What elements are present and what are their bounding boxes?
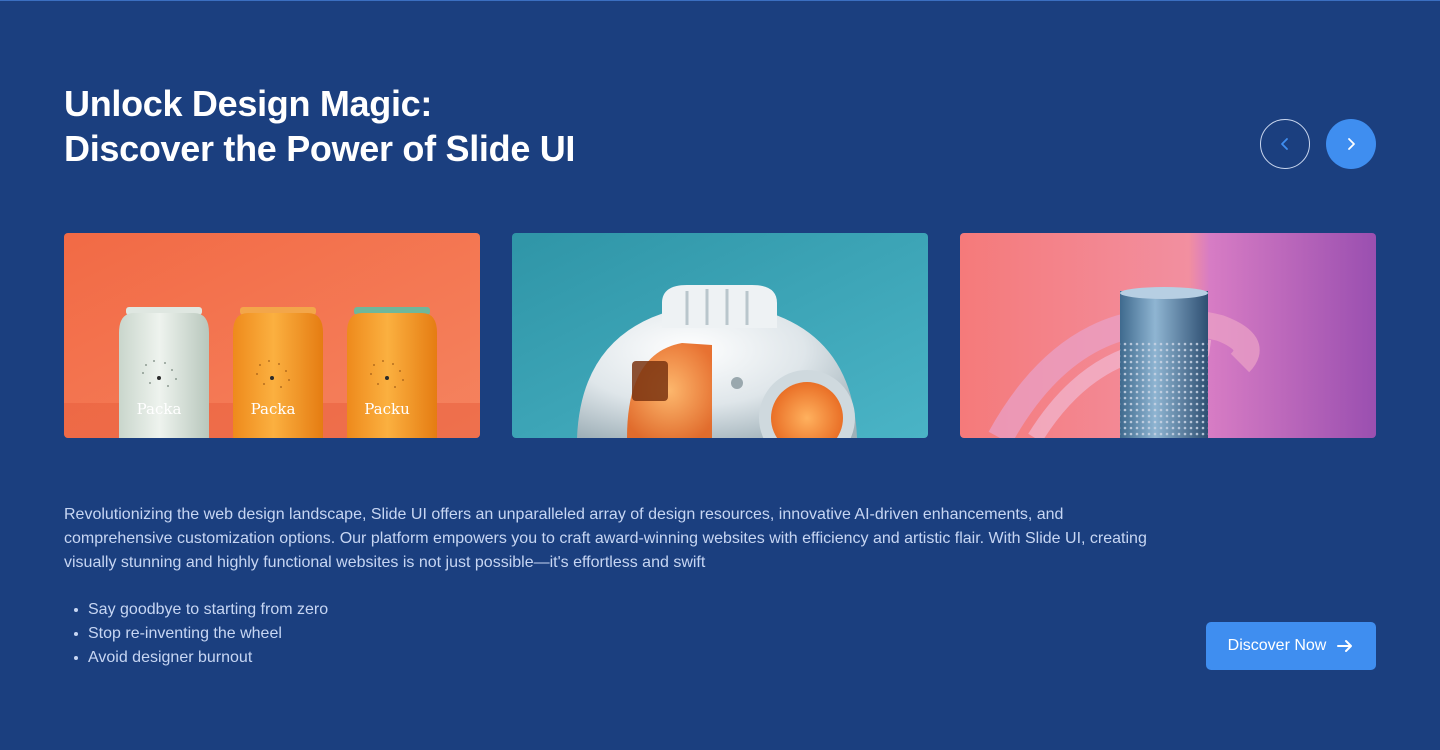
feature-list: Say goodbye to starting from zero Stop r… <box>64 598 328 670</box>
carousel-slide-2[interactable] <box>512 233 928 438</box>
bottle-label-2: Packa <box>251 400 296 418</box>
bullet-icon <box>74 656 78 660</box>
list-item: Stop re-inventing the wheel <box>64 622 328 646</box>
smart-speaker-image <box>960 233 1376 438</box>
carousel-slide-1[interactable]: Packa Packa Packu <box>64 233 480 438</box>
list-item: Say goodbye to starting from zero <box>64 598 328 622</box>
title-line-1: Unlock Design Magic: <box>64 83 433 124</box>
robot-helmet-image <box>512 233 928 438</box>
bottle-label-3: Packu <box>364 400 410 418</box>
chevron-right-icon <box>1348 138 1355 150</box>
discover-now-button[interactable]: Discover Now <box>1206 622 1376 670</box>
bullet-icon <box>74 608 78 612</box>
description-text: Revolutionizing the web design landscape… <box>64 506 1147 571</box>
packaging-bottles-image: Packa Packa Packu <box>64 233 480 438</box>
carousel-slide-3[interactable] <box>960 233 1376 438</box>
bullet-icon <box>74 632 78 636</box>
title-line-2: Discover the Power of Slide UI <box>64 128 576 169</box>
carousel-next-button[interactable] <box>1326 119 1376 169</box>
bottle-label-1: Packa <box>137 400 182 418</box>
discover-now-label: Discover Now <box>1227 637 1327 654</box>
list-item: Avoid designer burnout <box>64 646 328 670</box>
feature-text: Say goodbye to starting from zero <box>88 601 329 618</box>
chevron-left-icon <box>1281 138 1288 150</box>
arrow-right-icon <box>1337 640 1353 652</box>
page-title: Unlock Design Magic: Discover the Power … <box>64 81 575 171</box>
carousel-prev-button[interactable] <box>1260 119 1310 169</box>
feature-text: Stop re-inventing the wheel <box>88 625 282 642</box>
feature-text: Avoid designer burnout <box>88 649 253 666</box>
